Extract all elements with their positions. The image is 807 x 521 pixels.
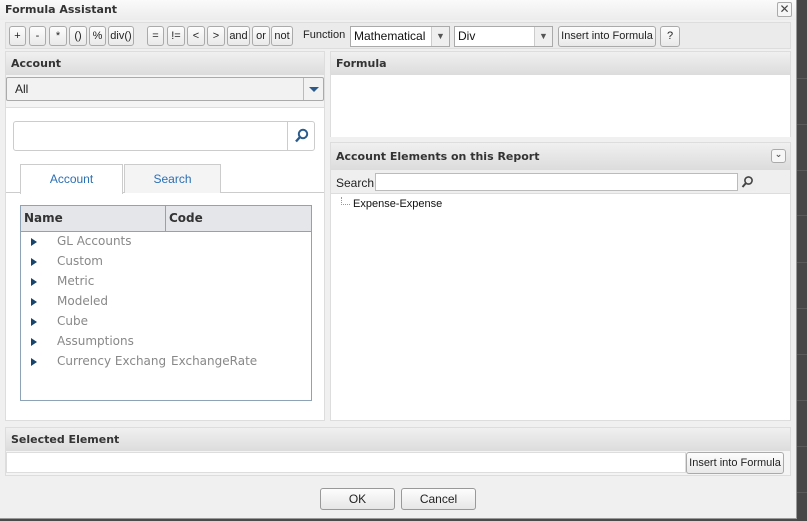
account-elements-title-bar: Account Elements on this Report ⌄	[331, 143, 790, 170]
operator-toolbar: + - * () % div() = != < > and or not Fun…	[5, 22, 791, 49]
tree-row[interactable]: Custom	[21, 252, 311, 272]
expand-arrow-icon[interactable]	[31, 338, 37, 346]
expand-arrow-icon[interactable]	[31, 238, 37, 246]
minus-button[interactable]: -	[29, 26, 46, 46]
expand-arrow-icon[interactable]	[31, 318, 37, 326]
background-desktop	[797, 0, 807, 521]
account-tree-grid: Name Code GL Accounts Custom Metric Mode…	[20, 205, 312, 401]
selected-element-input[interactable]	[6, 452, 686, 473]
tab-search[interactable]: Search	[124, 164, 221, 193]
formula-panel-title: Formula	[331, 52, 790, 75]
plus-button[interactable]: +	[9, 26, 26, 46]
account-search-button[interactable]	[287, 122, 314, 150]
formula-panel: Formula	[330, 51, 791, 137]
elements-search-row: Search	[331, 170, 790, 194]
function-category-select[interactable]: Mathematical ▼	[350, 26, 450, 47]
tree-header: Name Code	[21, 206, 311, 232]
account-elements-panel: Account Elements on this Report ⌄ Search…	[330, 142, 791, 421]
tree-connector	[341, 197, 350, 205]
percent-button[interactable]: %	[89, 26, 106, 46]
insert-into-formula-button[interactable]: Insert into Formula	[558, 26, 656, 47]
expand-arrow-icon[interactable]	[31, 278, 37, 286]
greater-than-button[interactable]: >	[207, 26, 225, 46]
chevron-down-icon: ▼	[431, 27, 449, 46]
or-button[interactable]: or	[252, 26, 270, 46]
multiply-button[interactable]: *	[49, 26, 67, 46]
tree-row-name: Modeled	[57, 294, 109, 308]
function-name-select[interactable]: Div ▼	[454, 26, 553, 47]
help-button[interactable]: ?	[660, 26, 680, 47]
title-bar: Formula Assistant ✕	[0, 0, 796, 20]
tree-row[interactable]: Modeled	[21, 292, 311, 312]
account-dimension-value: All	[15, 82, 29, 96]
function-label: Function	[303, 29, 346, 41]
selected-element-title: Selected Element	[6, 428, 790, 451]
tree-row[interactable]: Assumptions	[21, 332, 311, 352]
expand-arrow-icon[interactable]	[31, 258, 37, 266]
column-header-name[interactable]: Name	[21, 206, 165, 231]
tree-row[interactable]: GL Accounts	[21, 232, 311, 252]
div-button[interactable]: div()	[108, 26, 134, 46]
dropdown-arrow-icon	[303, 78, 323, 100]
selected-element-panel: Selected Element Insert into Formula	[5, 427, 791, 476]
not-equals-button[interactable]: !=	[167, 26, 185, 46]
formula-editor[interactable]	[331, 75, 790, 137]
tree-row[interactable]: Currency Exchange ExchangeRate	[21, 352, 311, 372]
search-icon	[741, 176, 753, 188]
tree-row-name: GL Accounts	[57, 234, 132, 248]
tree-row-code: ExchangeRate	[171, 354, 258, 368]
tree-row-name: Currency Exchange	[57, 354, 165, 368]
account-dimension-select[interactable]: All	[6, 77, 324, 101]
function-name-value: Div	[458, 29, 476, 43]
account-search-input[interactable]	[13, 121, 315, 151]
account-elements-title: Account Elements on this Report	[336, 150, 540, 163]
double-chevron-down-icon: ⌄	[774, 150, 783, 160]
equals-button[interactable]: =	[147, 26, 164, 46]
chevron-down-icon: ▼	[534, 27, 552, 46]
tree-row-name: Custom	[57, 254, 103, 268]
tree-row-name: Assumptions	[57, 334, 134, 348]
less-than-button[interactable]: <	[187, 26, 205, 46]
elements-search-input[interactable]	[375, 173, 756, 191]
elements-search-label: Search	[336, 176, 375, 190]
formula-assistant-dialog: Formula Assistant ✕ + - * () % div() = !…	[0, 0, 797, 519]
not-button[interactable]: not	[271, 26, 293, 46]
tree-row[interactable]: Metric	[21, 272, 311, 292]
parentheses-button[interactable]: ()	[69, 26, 87, 46]
element-label: Expense-Expense	[353, 198, 443, 210]
collapse-button[interactable]: ⌄	[771, 149, 786, 163]
dialog-title: Formula Assistant	[5, 3, 118, 16]
search-icon	[295, 128, 309, 143]
expand-arrow-icon[interactable]	[31, 358, 37, 366]
close-button[interactable]: ✕	[777, 2, 792, 17]
close-icon: ✕	[779, 2, 790, 16]
function-category-value: Mathematical	[354, 29, 426, 43]
account-panel-title: Account	[6, 52, 324, 75]
and-button[interactable]: and	[227, 26, 250, 46]
tree-row-name: Metric	[57, 274, 95, 288]
element-list-item[interactable]: Expense-Expense	[341, 197, 442, 210]
tab-account[interactable]: Account	[20, 164, 123, 194]
tree-row-name: Cube	[57, 314, 88, 328]
cancel-button[interactable]: Cancel	[401, 488, 476, 510]
account-panel: Account All Account Search Name Code GL …	[5, 51, 325, 421]
elements-search-button[interactable]	[737, 173, 756, 191]
ok-button[interactable]: OK	[320, 488, 395, 510]
account-tabs: Account Search	[6, 163, 324, 194]
insert-selected-into-formula-button[interactable]: Insert into Formula	[686, 452, 784, 474]
tree-row[interactable]: Cube	[21, 312, 311, 332]
account-panel-body: Account Search Name Code GL Accounts Cus…	[6, 107, 324, 420]
expand-arrow-icon[interactable]	[31, 298, 37, 306]
column-header-code[interactable]: Code	[165, 206, 311, 231]
